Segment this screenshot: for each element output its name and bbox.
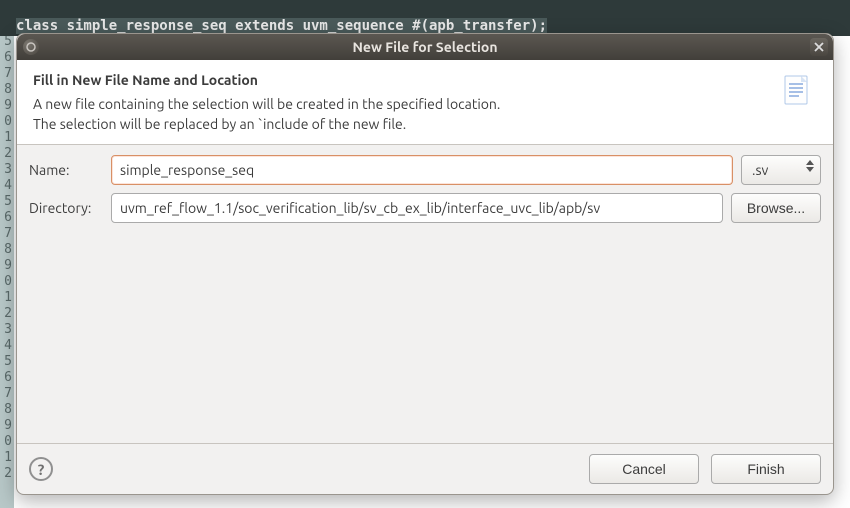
browse-button[interactable]: Browse... (731, 193, 821, 223)
new-file-icon (777, 72, 817, 112)
directory-input[interactable] (111, 193, 723, 223)
eclipse-icon (23, 39, 39, 55)
close-icon (814, 42, 824, 52)
name-input[interactable] (111, 155, 733, 185)
cancel-button[interactable]: Cancel (589, 454, 699, 484)
button-bar: ? Cancel Finish (17, 443, 833, 494)
help-button[interactable]: ? (29, 457, 53, 481)
editor-background: class simple_response_seq extends uvm_se… (0, 0, 850, 36)
extension-value: .sv (752, 162, 768, 178)
form-area: Name: .sv Directory: Browse... (17, 145, 833, 241)
header-title: Fill in New File Name and Location (33, 72, 769, 88)
finish-button[interactable]: Finish (711, 454, 821, 484)
directory-label: Directory: (29, 200, 103, 216)
code-line: class simple_response_seq extends uvm_se… (14, 0, 850, 36)
close-button[interactable] (810, 38, 828, 56)
dialog-spacer (17, 241, 833, 443)
editor-gutter: 3456789 0123456 7890123 4567890 12 (0, 0, 14, 508)
dialog-titlebar[interactable]: New File for Selection (17, 34, 833, 60)
name-label: Name: (29, 162, 103, 178)
spinner-arrows-icon (806, 160, 814, 172)
header-description: A new file containing the selection will… (33, 94, 769, 134)
extension-spinner[interactable]: .sv (741, 155, 821, 185)
new-file-dialog: New File for Selection Fill in New File … (16, 33, 834, 495)
dialog-header: Fill in New File Name and Location A new… (17, 60, 833, 145)
dialog-title: New File for Selection (352, 39, 497, 55)
